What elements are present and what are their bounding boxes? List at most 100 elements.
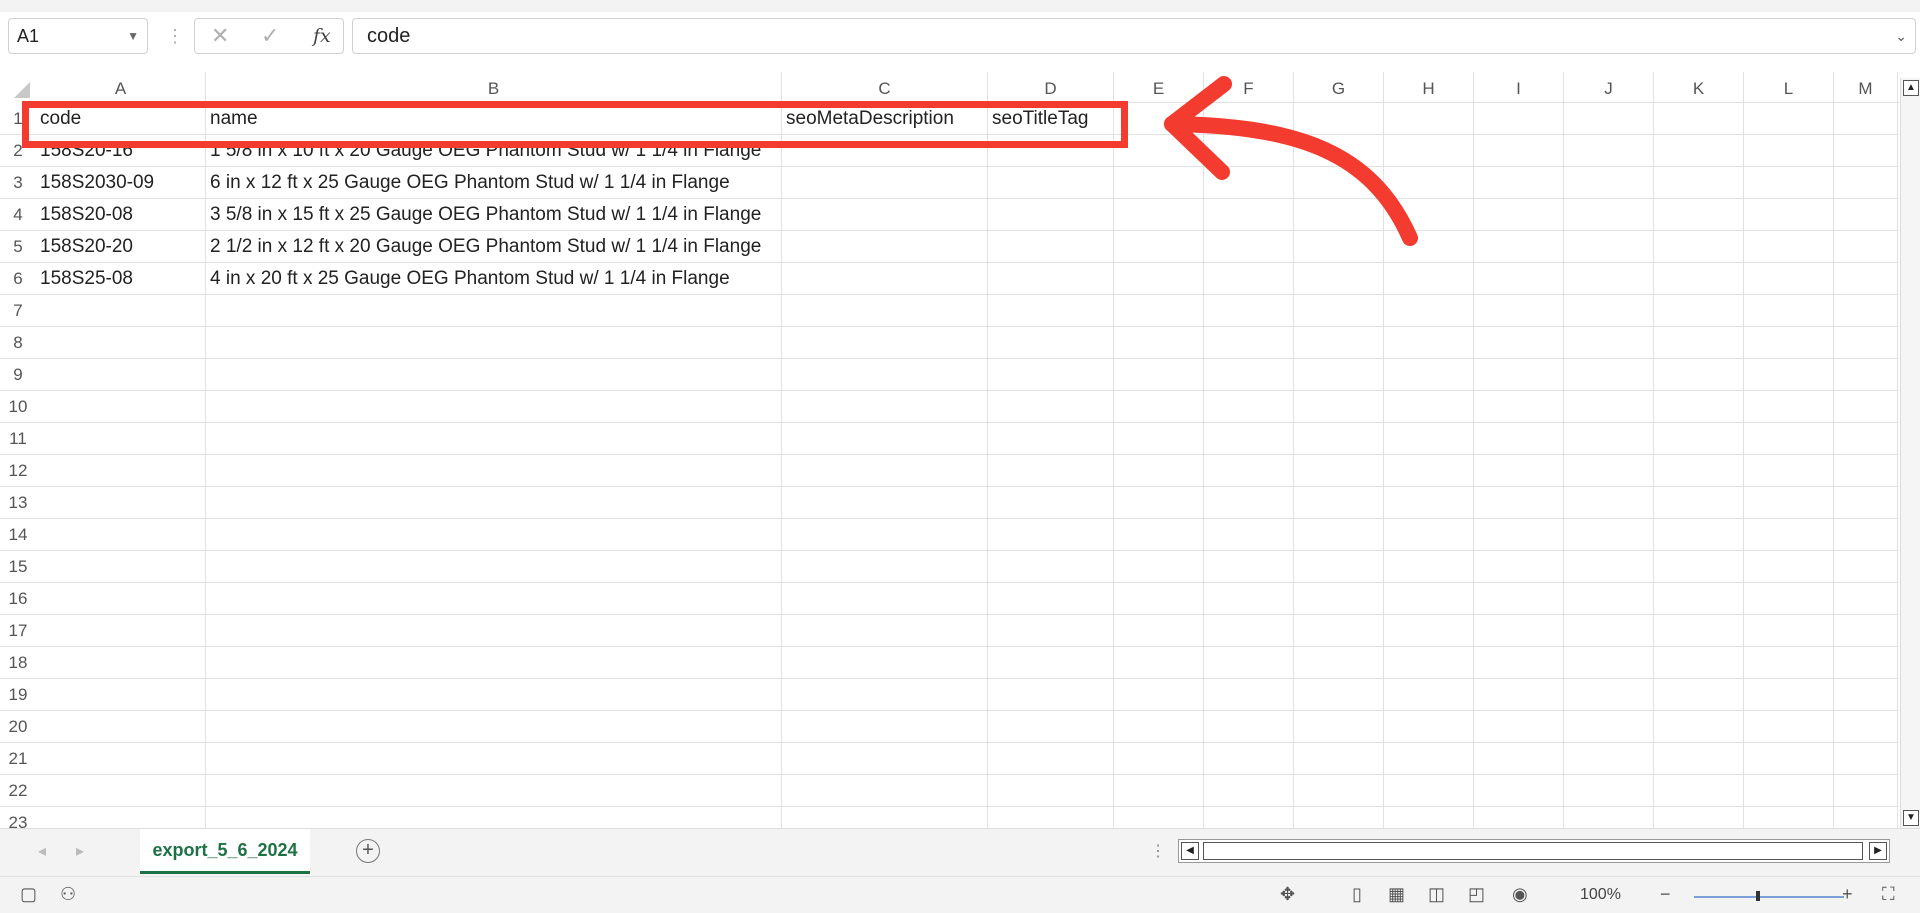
table-cell[interactable] xyxy=(1204,359,1294,391)
table-cell[interactable] xyxy=(1294,359,1384,391)
table-cell[interactable]: 4 in x 20 ft x 25 Gauge OEG Phantom Stud… xyxy=(206,263,782,295)
table-cell[interactable] xyxy=(1744,743,1834,775)
table-cell[interactable] xyxy=(1744,199,1834,231)
table-cell[interactable] xyxy=(782,487,988,519)
table-cell[interactable] xyxy=(1474,487,1564,519)
table-cell[interactable] xyxy=(206,455,782,487)
table-cell[interactable] xyxy=(1114,519,1204,551)
table-cell[interactable] xyxy=(1564,583,1654,615)
table-cell[interactable] xyxy=(206,583,782,615)
table-cell[interactable] xyxy=(1474,167,1564,199)
table-cell[interactable] xyxy=(1564,135,1654,167)
table-cell[interactable] xyxy=(1474,551,1564,583)
table-cell[interactable] xyxy=(36,487,206,519)
table-cell[interactable] xyxy=(1384,711,1474,743)
table-cell[interactable] xyxy=(782,167,988,199)
table-cell[interactable] xyxy=(1834,647,1898,679)
table-cell[interactable] xyxy=(1744,295,1834,327)
column-header-d[interactable]: D xyxy=(988,72,1114,102)
table-cell[interactable] xyxy=(36,583,206,615)
table-cell[interactable] xyxy=(36,295,206,327)
formula-input[interactable]: code ⌄ xyxy=(352,18,1916,54)
table-cell[interactable] xyxy=(1474,199,1564,231)
table-cell[interactable] xyxy=(1654,103,1744,135)
row-header[interactable]: 9 xyxy=(0,359,36,391)
row-header[interactable]: 11 xyxy=(0,423,36,455)
table-cell[interactable] xyxy=(36,327,206,359)
table-cell[interactable] xyxy=(36,647,206,679)
table-cell[interactable] xyxy=(1474,455,1564,487)
close-icon[interactable]: ✕ xyxy=(211,23,229,49)
row-header[interactable]: 12 xyxy=(0,455,36,487)
table-cell[interactable] xyxy=(1564,263,1654,295)
table-cell[interactable] xyxy=(1294,807,1384,828)
table-cell[interactable] xyxy=(988,583,1114,615)
table-cell[interactable] xyxy=(206,551,782,583)
table-cell[interactable] xyxy=(1654,423,1744,455)
column-header-a[interactable]: A xyxy=(36,72,206,102)
table-cell[interactable] xyxy=(1654,263,1744,295)
table-cell[interactable] xyxy=(1654,199,1744,231)
table-cell[interactable] xyxy=(1114,327,1204,359)
table-cell[interactable] xyxy=(782,807,988,828)
table-cell[interactable] xyxy=(1654,455,1744,487)
table-cell[interactable] xyxy=(988,519,1114,551)
table-cell[interactable] xyxy=(1204,295,1294,327)
table-cell[interactable] xyxy=(1204,615,1294,647)
zoom-in-icon[interactable]: + xyxy=(1842,884,1853,905)
table-cell[interactable] xyxy=(1114,359,1204,391)
table-cell[interactable] xyxy=(1834,487,1898,519)
table-cell[interactable] xyxy=(36,519,206,551)
table-cell[interactable] xyxy=(1204,807,1294,828)
table-cell[interactable] xyxy=(1744,583,1834,615)
table-cell[interactable]: 158S20-08 xyxy=(36,199,206,231)
fullscreen-icon[interactable]: ⛶ xyxy=(1882,884,1895,905)
table-cell[interactable] xyxy=(782,615,988,647)
table-cell[interactable] xyxy=(1204,263,1294,295)
row-header[interactable]: 8 xyxy=(0,327,36,359)
table-cell[interactable]: 3 5/8 in x 15 ft x 25 Gauge OEG Phantom … xyxy=(206,199,782,231)
table-cell[interactable] xyxy=(988,231,1114,263)
chevron-down-icon[interactable]: ⌄ xyxy=(1895,19,1907,53)
table-cell[interactable] xyxy=(1564,519,1654,551)
table-cell[interactable] xyxy=(1294,583,1384,615)
table-cell[interactable] xyxy=(1834,359,1898,391)
table-cell[interactable]: 158S2030-09 xyxy=(36,167,206,199)
more-options-icon[interactable]: ⋮ xyxy=(166,26,184,47)
table-cell[interactable] xyxy=(1114,295,1204,327)
table-cell[interactable] xyxy=(988,295,1114,327)
table-cell[interactable] xyxy=(1744,231,1834,263)
table-cell[interactable] xyxy=(1744,455,1834,487)
prev-sheet-icon[interactable]: ◂ xyxy=(38,841,46,861)
table-cell[interactable] xyxy=(782,679,988,711)
table-cell[interactable] xyxy=(1564,423,1654,455)
table-cell[interactable] xyxy=(1654,647,1744,679)
eye-icon[interactable]: ◉ xyxy=(1512,884,1528,905)
table-cell[interactable] xyxy=(36,423,206,455)
table-cell[interactable] xyxy=(1834,775,1898,807)
table-cell[interactable] xyxy=(988,327,1114,359)
table-cell[interactable] xyxy=(1654,807,1744,828)
table-cell[interactable] xyxy=(1114,423,1204,455)
row-header[interactable]: 4 xyxy=(0,199,36,231)
table-cell[interactable] xyxy=(1204,423,1294,455)
table-cell[interactable] xyxy=(1294,647,1384,679)
table-cell[interactable] xyxy=(1564,679,1654,711)
row-header[interactable]: 21 xyxy=(0,743,36,775)
row-header[interactable]: 17 xyxy=(0,615,36,647)
accessibility-icon[interactable]: ⚇ xyxy=(60,884,76,905)
zoom-slider-knob[interactable] xyxy=(1756,891,1760,901)
table-cell[interactable] xyxy=(1384,391,1474,423)
table-cell[interactable] xyxy=(1204,583,1294,615)
table-cell[interactable] xyxy=(1834,327,1898,359)
table-cell[interactable] xyxy=(36,679,206,711)
table-cell[interactable] xyxy=(1384,327,1474,359)
table-cell[interactable] xyxy=(1294,679,1384,711)
table-cell[interactable] xyxy=(782,423,988,455)
table-cell[interactable] xyxy=(1384,519,1474,551)
table-cell[interactable] xyxy=(1744,775,1834,807)
table-cell[interactable] xyxy=(1834,551,1898,583)
normal-view-icon[interactable]: ▦ xyxy=(1388,884,1405,905)
row-header[interactable]: 18 xyxy=(0,647,36,679)
table-cell[interactable] xyxy=(1294,519,1384,551)
